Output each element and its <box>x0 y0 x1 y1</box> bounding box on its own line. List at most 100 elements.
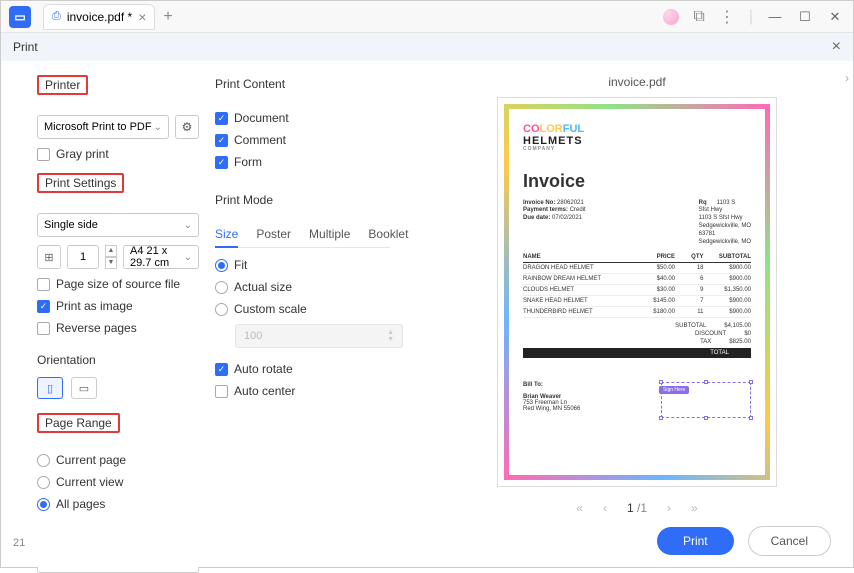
sign-here-tag: Sign Here <box>659 386 689 394</box>
comment-checkbox[interactable]: ✓ <box>215 134 228 147</box>
orientation-portrait-button[interactable]: ▯ <box>37 377 63 399</box>
document-label: Document <box>234 111 289 125</box>
all-pages-label: All pages <box>56 497 105 511</box>
pager-current: 1 <box>627 501 634 515</box>
kebab-menu-icon[interactable]: ⋮ <box>719 7 735 27</box>
printer-section-label: Printer <box>37 75 88 95</box>
printer-select[interactable]: Microsoft Print to PDF ⌄ <box>37 115 169 139</box>
pager-prev-button[interactable]: ‹ <box>603 501 607 515</box>
close-tab-icon[interactable]: × <box>138 9 146 25</box>
printer-properties-button[interactable]: ⚙ <box>175 115 199 139</box>
status-number: 21 <box>13 537 25 549</box>
auto-center-label: Auto center <box>234 384 295 398</box>
auto-rotate-label: Auto rotate <box>234 362 293 376</box>
share-icon[interactable]: ⧉ <box>693 8 704 26</box>
dialog-header: Print × <box>1 33 853 61</box>
print-preview: COLORFUL HELMETS COMPANY Invoice Invoice… <box>497 97 777 487</box>
current-page-label: Current page <box>56 453 126 467</box>
paper-size-select[interactable]: A4 21 x 29.7 cm ⌄ <box>123 245 199 269</box>
custom-scale-label: Custom scale <box>234 302 307 316</box>
tab-title: invoice.pdf * <box>67 10 132 24</box>
new-tab-button[interactable]: + <box>163 8 172 26</box>
document-tab[interactable]: ⎙ invoice.pdf * × <box>43 4 155 30</box>
page-range-section-label: Page Range <box>37 413 120 433</box>
gray-print-checkbox[interactable] <box>37 148 50 161</box>
comment-label: Comment <box>234 133 286 147</box>
duplex-value: Single side <box>44 219 98 231</box>
chevron-down-icon: ⌄ <box>184 252 192 263</box>
scale-value: 100 <box>244 330 262 342</box>
tab-save-icon: ⎙ <box>52 10 61 23</box>
pager-next-button[interactable]: › <box>667 501 671 515</box>
copies-input[interactable]: 1 <box>67 245 99 269</box>
copies-icon: ⊞ <box>37 245 61 269</box>
signature-field[interactable]: Sign Here <box>661 382 751 418</box>
print-button[interactable]: Print <box>657 527 734 555</box>
all-pages-radio[interactable] <box>37 498 50 511</box>
portrait-icon: ▯ <box>47 382 53 395</box>
pager-total: /1 <box>637 501 647 515</box>
print-as-image-label: Print as image <box>56 299 133 313</box>
page-size-source-checkbox[interactable] <box>37 278 50 291</box>
print-content-label: Print Content <box>215 77 285 91</box>
form-checkbox[interactable]: ✓ <box>215 156 228 169</box>
custom-scale-input: 100 ▲▼ <box>235 324 403 348</box>
titlebar: ▭ ⎙ invoice.pdf * × + ⧉ ⋮ | — ☐ ✕ <box>1 1 853 33</box>
duplex-select[interactable]: Single side ⌄ <box>37 213 199 237</box>
invoice-table: NAME PRICE QTY SUBTOTAL DRAGON HEAD HELM… <box>523 254 751 318</box>
current-view-radio[interactable] <box>37 476 50 489</box>
custom-scale-radio[interactable] <box>215 303 228 316</box>
reverse-pages-checkbox[interactable] <box>37 322 50 335</box>
table-row: CLOUDS HELMET$30.009$1,350.00 <box>523 285 751 296</box>
copies-stepper[interactable]: ▲▼ <box>105 245 117 269</box>
table-row: RAINBOW DREAM HELMET$40.006$900.00 <box>523 274 751 285</box>
tab-booklet[interactable]: Booklet <box>368 227 408 243</box>
paper-size-value: A4 21 x 29.7 cm <box>130 245 184 269</box>
tab-multiple[interactable]: Multiple <box>309 227 350 243</box>
page-size-source-label: Page size of source file <box>56 277 180 291</box>
fit-radio[interactable] <box>215 259 228 272</box>
print-mode-label: Print Mode <box>215 193 273 207</box>
tab-poster[interactable]: Poster <box>256 227 291 243</box>
auto-center-checkbox[interactable] <box>215 385 228 398</box>
invoice-heading: Invoice <box>523 171 751 192</box>
preview-filename: invoice.pdf <box>608 75 665 89</box>
app-icon: ▭ <box>9 6 31 28</box>
current-page-radio[interactable] <box>37 454 50 467</box>
dialog-title: Print <box>13 40 38 54</box>
chevron-down-icon: ⌄ <box>184 220 192 231</box>
account-icon[interactable] <box>663 9 679 25</box>
auto-rotate-checkbox[interactable]: ✓ <box>215 363 228 376</box>
expand-caret-icon[interactable]: › <box>845 71 849 85</box>
orientation-label: Orientation <box>37 353 96 367</box>
table-row: SNAKE HEAD HELMET$145.007$900.00 <box>523 296 751 307</box>
dialog-close-icon[interactable]: × <box>832 38 841 56</box>
close-window-button[interactable]: ✕ <box>827 9 843 25</box>
current-view-label: Current view <box>56 475 123 489</box>
reverse-pages-label: Reverse pages <box>56 321 137 335</box>
pager-last-button[interactable]: » <box>691 501 698 515</box>
document-checkbox[interactable]: ✓ <box>215 112 228 125</box>
preview-pager: « ‹ 1 /1 › » <box>576 501 697 515</box>
divider: | <box>749 8 753 26</box>
table-row: DRAGON HEAD HELMET$50.0018$900.00 <box>523 263 751 274</box>
actual-size-radio[interactable] <box>215 281 228 294</box>
minimize-button[interactable]: — <box>767 9 783 24</box>
actual-size-label: Actual size <box>234 280 292 294</box>
gray-print-label: Gray print <box>56 147 109 161</box>
print-as-image-checkbox[interactable]: ✓ <box>37 300 50 313</box>
tab-size[interactable]: Size <box>215 227 238 248</box>
landscape-icon: ▭ <box>79 382 89 395</box>
form-label: Form <box>234 155 262 169</box>
table-row: THUNDERBIRD HELMET$180.0011$900.00 <box>523 307 751 318</box>
cancel-button[interactable]: Cancel <box>748 526 831 556</box>
invoice-logo: COLORFUL HELMETS COMPANY <box>523 123 751 153</box>
gear-icon: ⚙ <box>182 120 193 134</box>
fit-label: Fit <box>234 258 247 272</box>
pager-first-button[interactable]: « <box>576 501 583 515</box>
chevron-down-icon: ⌄ <box>154 122 162 133</box>
print-settings-section-label: Print Settings <box>37 173 124 193</box>
dialog-footer: Print Cancel <box>1 515 853 567</box>
maximize-button[interactable]: ☐ <box>797 9 813 25</box>
orientation-landscape-button[interactable]: ▭ <box>71 377 97 399</box>
